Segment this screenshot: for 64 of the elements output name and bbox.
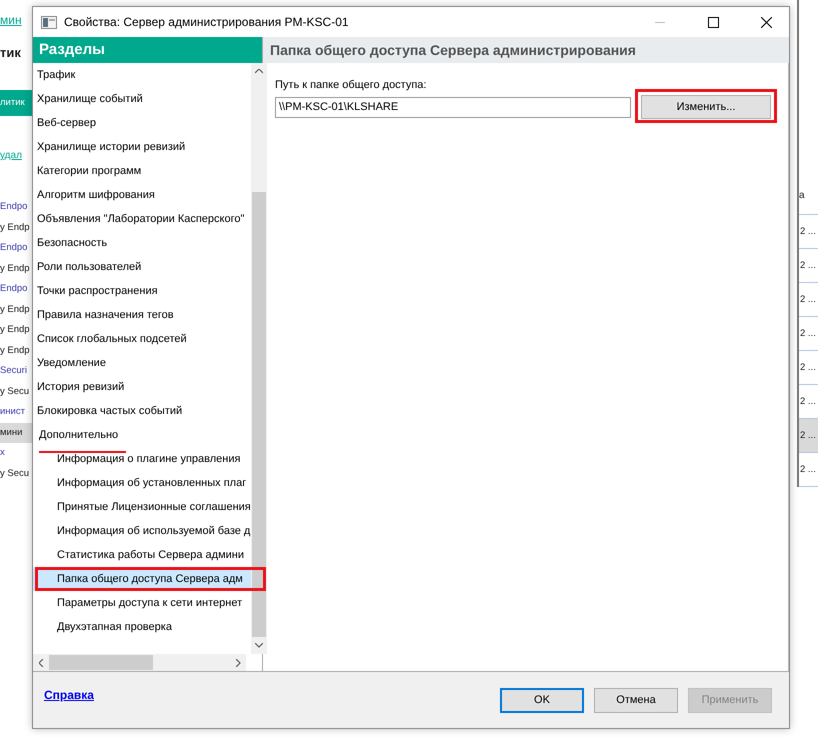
tree-item[interactable]: Точки распространения <box>37 279 158 303</box>
field-label: Путь к папке общего доступа: <box>275 79 428 91</box>
group-header: инист <box>0 405 26 419</box>
tree-item[interactable]: Уведомление <box>37 351 106 375</box>
path-input-field[interactable]: \\PM-KSC-01\KLSHARE <box>275 96 631 118</box>
tree-item[interactable]: Дополнительно <box>39 429 118 441</box>
list-row[interactable]: y Endp <box>0 340 32 361</box>
maximize-icon <box>708 16 718 28</box>
scroll-left-icon <box>38 658 44 666</box>
window-title: Свойства: Сервер администрирования PM-KSC-01 <box>64 15 350 29</box>
list-row[interactable]: 2 ... <box>799 351 818 385</box>
tree-item[interactable]: Алгоритм шифрования <box>37 183 155 207</box>
tree-item[interactable]: Категории программ <box>37 159 142 183</box>
panel-header: Папка общего доступа Сервера администрирования <box>263 37 789 63</box>
tree-item[interactable]: Блокировка частых событий <box>37 399 182 423</box>
group-header: Endpo <box>0 282 28 296</box>
list-row[interactable]: 2 ... <box>799 283 818 317</box>
scroll-down-icon <box>254 643 263 648</box>
help-link[interactable]: Справка <box>44 688 500 702</box>
dialog-button[interactable]: OK <box>500 688 584 712</box>
tree-item[interactable]: Роли пользователей <box>37 255 142 279</box>
list-row[interactable]: y Secu <box>0 464 32 484</box>
list-row[interactable]: y Endp <box>0 258 32 279</box>
tree-item[interactable]: Веб-сервер <box>37 111 96 135</box>
tree-item[interactable]: Статистика работы Сервера админи <box>57 543 244 567</box>
group-header: x <box>0 446 6 460</box>
list-row[interactable]: 2 ... <box>799 419 818 453</box>
vertical-scrollbar[interactable] <box>250 63 267 654</box>
change-button[interactable]: Изменить... <box>641 95 771 119</box>
list-row[interactable]: 2 ... <box>799 215 818 249</box>
tree-item[interactable]: Хранилище истории ревизий <box>37 135 186 159</box>
list-row[interactable]: 2 ... <box>799 453 818 487</box>
tree-item[interactable]: Двухэтапная проверка <box>57 615 172 639</box>
tree-item[interactable]: Безопасность <box>37 231 108 255</box>
list-row[interactable]: y Secu <box>0 382 32 402</box>
page-heading: а <box>799 190 818 215</box>
list-row[interactable]: мини <box>0 422 32 443</box>
window-app-icon <box>41 16 57 28</box>
tree-item[interactable]: Информация об установленных плаг <box>57 471 246 495</box>
tree-item[interactable]: Хранилище событий <box>37 87 143 111</box>
tree-item[interactable]: Параметры доступа к сети интернет <box>57 591 242 615</box>
list-row[interactable]: 2 ... <box>799 249 818 283</box>
sidebar-header: Разделы <box>33 37 262 63</box>
tree-item[interactable]: Список глобальных подсетей <box>37 327 187 351</box>
tree-item[interactable]: Информация о плагине управления <box>57 447 240 471</box>
scroll-right-icon <box>236 658 240 666</box>
list-row[interactable]: y Endp <box>0 300 32 320</box>
tree-item[interactable]: История ревизий <box>37 375 124 399</box>
group-header: Endpo <box>0 200 28 214</box>
list-row[interactable]: 2 ... <box>799 317 818 351</box>
horizontal-scrollbar[interactable] <box>33 654 246 671</box>
close-icon <box>760 16 772 28</box>
page-heading: тик <box>0 45 22 60</box>
list-row[interactable]: y Endp <box>0 320 32 340</box>
dialog-button[interactable]: Отмена <box>594 688 678 712</box>
group-header: Endpo <box>0 241 28 255</box>
scroll-up-icon <box>254 69 263 74</box>
tree-item[interactable]: Объявления "Лаборатории Касперского" <box>37 207 244 231</box>
tree-item[interactable]: Принятые Лицензионные соглашения <box>57 495 251 519</box>
tree-item[interactable]: Трафик <box>37 63 76 87</box>
group-header: Securi <box>0 364 28 378</box>
list-row[interactable]: y Endp <box>0 218 32 238</box>
tree-item[interactable]: Информация об используемой базе д <box>57 519 250 543</box>
tree-item[interactable]: Правила назначения тегов <box>37 303 174 327</box>
